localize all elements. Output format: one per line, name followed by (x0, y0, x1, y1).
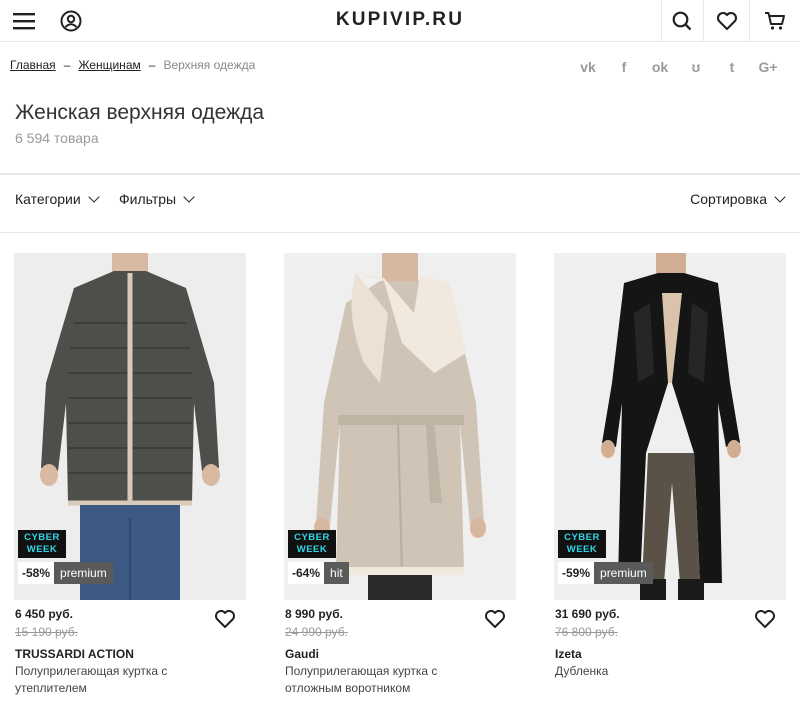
discount-badge: -64% (288, 562, 325, 584)
product-image[interactable]: CYBER WEEK -64% hit (284, 253, 516, 600)
price: 6 450 руб. (15, 607, 73, 621)
price: 8 990 руб. (285, 607, 343, 621)
hit-tag: hit (324, 562, 349, 584)
cyber-week-badge: CYBER WEEK (288, 530, 336, 558)
discount-badge: -59% (558, 562, 595, 584)
brand-name[interactable]: TRUSSARDI ACTION (15, 647, 134, 661)
premium-tag: premium (54, 562, 113, 584)
twitter-icon[interactable]: t (714, 56, 750, 78)
top-header: KUPIVIP.RU (0, 0, 800, 42)
breadcrumb-current: Верхняя одежда (163, 58, 256, 72)
old-price: 15 190 руб. (15, 625, 78, 639)
breadcrumb-separator: – (63, 58, 71, 72)
add-to-favorites-heart-icon[interactable] (214, 609, 236, 629)
old-price: 24 990 руб. (285, 625, 348, 639)
cyber-week-badge: CYBER WEEK (558, 530, 606, 558)
product-description[interactable]: Полуприлегающая куртка с утеплителем (15, 663, 215, 697)
chevron-down-icon (183, 191, 195, 203)
badge-group: -58% premium (18, 562, 113, 584)
product-card[interactable]: CYBER WEEK -58% premium 6 450 руб. 15 190… (14, 253, 246, 695)
product-card[interactable]: CYBER WEEK -64% hit 8 990 руб. 24 990 руб… (284, 253, 516, 695)
cart-icon[interactable] (749, 0, 800, 42)
add-to-favorites-heart-icon[interactable] (484, 609, 506, 629)
googleplus-icon[interactable]: G+ (750, 56, 786, 78)
filters-label: Фильтры (119, 191, 177, 207)
product-image[interactable]: CYBER WEEK -58% premium (14, 253, 246, 600)
sort-label: Сортировка (690, 191, 767, 207)
cyber-week-badge: CYBER WEEK (18, 530, 66, 558)
price: 31 690 руб. (555, 607, 620, 621)
categories-dropdown[interactable]: Категории (15, 191, 100, 207)
badge-group: -59% premium (558, 562, 653, 584)
facebook-icon[interactable]: f (606, 56, 642, 78)
search-icon[interactable] (661, 0, 701, 42)
filters-dropdown[interactable]: Фильтры (119, 191, 195, 207)
categories-label: Категории (15, 191, 81, 207)
moimir-icon[interactable]: ʊ (678, 56, 714, 78)
product-description[interactable]: Полуприлегающая куртка с отложным воротн… (285, 663, 485, 697)
brand-name[interactable]: Izeta (555, 647, 582, 661)
add-to-favorites-heart-icon[interactable] (754, 609, 776, 629)
product-count: 6 594 товара (15, 130, 99, 146)
profile-icon[interactable] (48, 0, 94, 42)
brand-name[interactable]: Gaudi (285, 647, 319, 661)
sort-dropdown[interactable]: Сортировка (690, 191, 786, 207)
product-image[interactable]: CYBER WEEK -59% premium (554, 253, 786, 600)
chevron-down-icon (774, 191, 786, 203)
product-card[interactable]: CYBER WEEK -59% premium 31 690 руб. 76 80… (554, 253, 786, 678)
divider (0, 232, 800, 233)
filter-bar: Категории Фильтры Сортировка (0, 176, 800, 232)
product-description[interactable]: Дубленка (555, 663, 755, 680)
chevron-down-icon (88, 191, 100, 203)
breadcrumb-women-link[interactable]: Женщинам (78, 58, 140, 72)
old-price: 76 800 руб. (555, 625, 618, 639)
breadcrumb: Главная – Женщинам – Верхняя одежда (10, 58, 255, 72)
social-share-bar: vk f ok ʊ t G+ (570, 56, 786, 78)
badge-group: -64% hit (288, 562, 349, 584)
menu-icon[interactable] (0, 0, 48, 42)
breadcrumb-home-link[interactable]: Главная (10, 58, 56, 72)
discount-badge: -58% (18, 562, 55, 584)
vk-icon[interactable]: vk (570, 56, 606, 78)
page-title: Женская верхняя одежда (15, 101, 265, 124)
premium-tag: premium (594, 562, 653, 584)
odnoklassniki-icon[interactable]: ok (642, 56, 678, 78)
breadcrumb-separator: – (148, 58, 156, 72)
divider (0, 173, 800, 175)
favorites-heart-icon[interactable] (703, 0, 749, 42)
